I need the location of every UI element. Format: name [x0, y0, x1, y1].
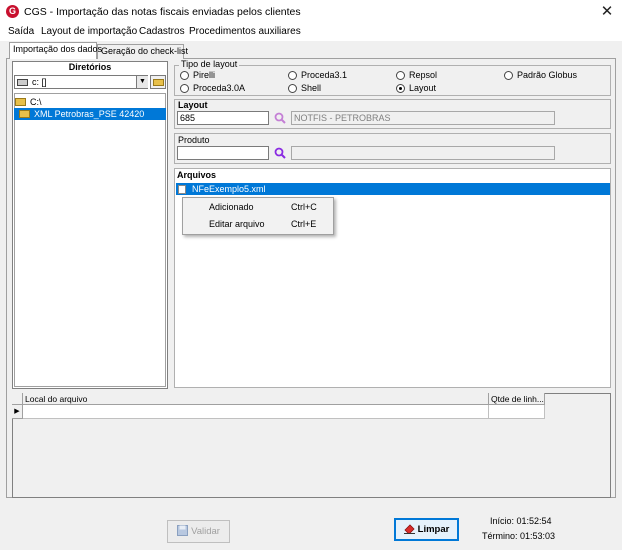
- search-icon[interactable]: [274, 112, 286, 124]
- file-icon: [178, 185, 186, 194]
- arquivos-title: Arquivos: [177, 170, 217, 180]
- grid-header-qtde-linhas[interactable]: Qtde de linh...: [489, 393, 545, 405]
- menu-bar: Saída Layout de importação Cadastros Pro…: [0, 24, 622, 41]
- folder-open-icon: [153, 79, 164, 86]
- drive-select-value: c: []: [32, 77, 47, 87]
- file-name: NFeExemplo5.xml: [192, 184, 266, 194]
- save-icon: [177, 525, 189, 536]
- radio-proceda31-label: Proceda3.1: [301, 70, 348, 80]
- layout-code-input[interactable]: 685: [177, 111, 269, 125]
- radio-padrao-globus-label: Padrão Globus: [517, 70, 578, 80]
- drive-select[interactable]: c: [] ▼: [14, 75, 148, 89]
- row-indicator-icon: ▶: [12, 405, 23, 419]
- grid-cell-local-arquivo[interactable]: [23, 405, 489, 419]
- context-menu-shortcut: Ctrl+E: [291, 219, 317, 229]
- context-menu-shortcut: Ctrl+C: [291, 202, 317, 212]
- produto-title: Produto: [178, 135, 210, 145]
- directories-title: Diretórios: [68, 62, 112, 72]
- radio-proceda30a[interactable]: [180, 84, 189, 93]
- directory-tree: [14, 93, 166, 387]
- window-title: CGS - Importação das notas fiscais envia…: [24, 6, 301, 18]
- tree-item-c-root[interactable]: C:\: [14, 96, 164, 108]
- layout-title: Layout: [178, 100, 208, 110]
- tree-item-xml-petrobras[interactable]: XML Petrobras_PSE 42420: [14, 108, 166, 120]
- tab-geracao-check-list[interactable]: Geração do check-list: [97, 44, 188, 59]
- layout-name-field: NOTFIS - PETROBRAS: [291, 111, 555, 125]
- grid-corner-cell: [12, 393, 23, 405]
- radio-proceda31[interactable]: [288, 71, 297, 80]
- validar-button[interactable]: Validar: [167, 520, 230, 543]
- radio-layout-label: Layout: [409, 83, 437, 93]
- eraser-icon: [403, 524, 415, 534]
- radio-layout[interactable]: [396, 84, 405, 93]
- validar-label: Validar: [191, 526, 220, 537]
- produto-name-field: [291, 146, 555, 160]
- limpar-button[interactable]: Limpar: [394, 518, 459, 541]
- file-list-item[interactable]: NFeExemplo5.xml: [176, 183, 610, 195]
- search-icon[interactable]: [274, 147, 286, 159]
- radio-repsol-label: Repsol: [409, 70, 438, 80]
- limpar-label: Limpar: [417, 524, 450, 535]
- context-menu: Adicionado Ctrl+C Editar arquivo Ctrl+E: [182, 197, 334, 235]
- radio-repsol[interactable]: [396, 71, 405, 80]
- app-logo-icon: G: [6, 5, 19, 18]
- open-folder-button[interactable]: [150, 75, 166, 89]
- tree-item-label: XML Petrobras_PSE 42420: [34, 109, 145, 119]
- radio-padrao-globus[interactable]: [504, 71, 513, 80]
- close-icon[interactable]: ✕: [598, 3, 616, 21]
- grid-header-local-arquivo[interactable]: Local do arquivo: [23, 393, 489, 405]
- grid-cell-qtde-linhas[interactable]: [489, 405, 545, 419]
- termino-time: Término: 01:53:03: [482, 531, 556, 541]
- menu-cadastros[interactable]: Cadastros: [139, 26, 185, 37]
- context-menu-label: Adicionado: [209, 202, 254, 212]
- radio-proceda30a-label: Proceda3.0A: [193, 83, 246, 93]
- chevron-down-icon[interactable]: ▼: [136, 76, 148, 88]
- drive-icon: [17, 79, 28, 86]
- folder-icon: [15, 98, 26, 106]
- title-bar: G CGS - Importação das notas fiscais env…: [0, 0, 622, 24]
- tree-item-label: C:\: [30, 97, 42, 107]
- layout-type-title: Tipo de layout: [179, 59, 240, 69]
- radio-shell-label: Shell: [301, 83, 322, 93]
- menu-procedimentos-auxiliares[interactable]: Procedimentos auxiliares: [189, 26, 301, 37]
- context-menu-label: Editar arquivo: [209, 219, 265, 229]
- produto-code-input[interactable]: [177, 146, 269, 160]
- tab-importacao-dados[interactable]: Importação dos dados: [9, 42, 102, 59]
- folder-icon: [19, 110, 30, 118]
- radio-shell[interactable]: [288, 84, 297, 93]
- menu-saida[interactable]: Saída: [8, 26, 34, 37]
- inicio-time: Início: 01:52:54: [490, 516, 552, 526]
- radio-pirelli-label: Pirelli: [193, 70, 216, 80]
- context-menu-adicionado[interactable]: Adicionado Ctrl+C: [183, 199, 333, 216]
- menu-layout-importacao[interactable]: Layout de importação: [41, 26, 137, 37]
- context-menu-editar-arquivo[interactable]: Editar arquivo Ctrl+E: [183, 216, 333, 233]
- radio-pirelli[interactable]: [180, 71, 189, 80]
